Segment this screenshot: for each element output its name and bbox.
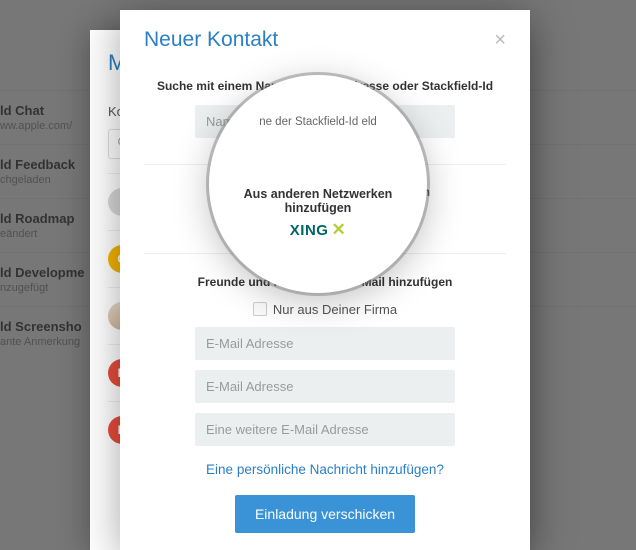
add-personal-message-link[interactable]: Eine persönliche Nachricht hinzufügen? bbox=[144, 462, 506, 477]
send-invite-button[interactable]: Einladung verschicken bbox=[235, 495, 415, 533]
divider bbox=[144, 164, 506, 165]
close-icon[interactable]: × bbox=[494, 29, 506, 52]
email-input-1[interactable] bbox=[195, 327, 455, 360]
xing-logo-text: XING bbox=[297, 209, 336, 226]
xing-logo-icon: ✕ bbox=[338, 206, 353, 226]
new-contact-modal: Neuer Kontakt × Suche mit einem Namen, E… bbox=[120, 10, 530, 550]
invite-section-label: Freunde und Kollegen per E-Mail hinzufüg… bbox=[144, 274, 506, 291]
xing-button[interactable]: XING ✕ bbox=[297, 207, 353, 227]
divider bbox=[144, 253, 506, 254]
modal-title: Neuer Kontakt bbox=[144, 28, 278, 52]
only-company-label: Nur aus Deiner Firma bbox=[273, 302, 397, 317]
email-input-2[interactable] bbox=[195, 370, 455, 403]
search-input[interactable] bbox=[195, 105, 455, 138]
network-section-label: Aus anderen Netzwerken hinzufügen bbox=[144, 185, 506, 199]
only-company-checkbox[interactable] bbox=[253, 302, 267, 316]
email-input-3[interactable] bbox=[195, 413, 455, 446]
search-section-label: Suche mit einem Namen, E-Mail-Adresse od… bbox=[144, 78, 506, 95]
